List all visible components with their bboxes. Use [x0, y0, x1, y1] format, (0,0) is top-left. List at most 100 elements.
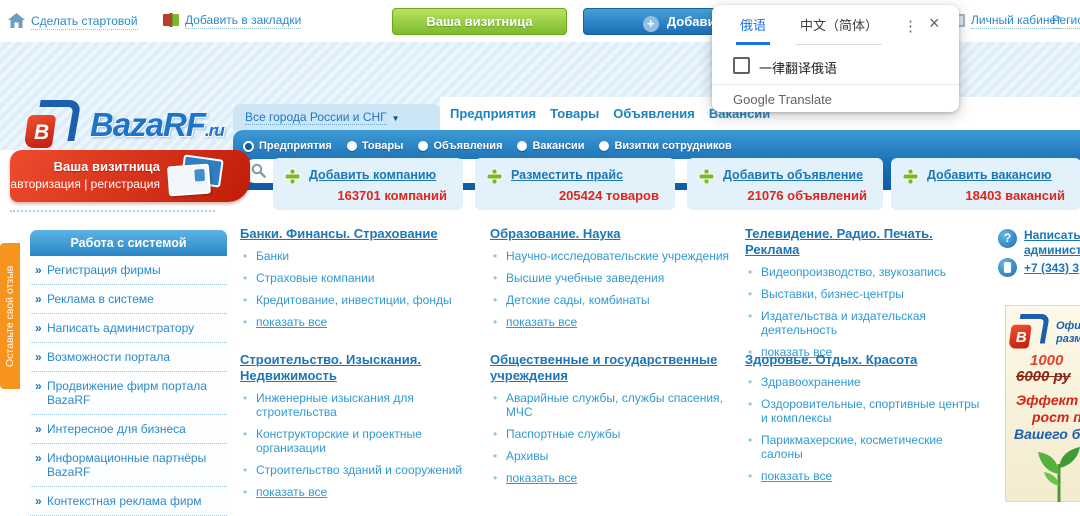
show-all-link[interactable]: •показать все [745, 469, 980, 483]
category-item[interactable]: •Строительство зданий и сооружений [240, 463, 470, 477]
category-title[interactable]: Общественные и государственные учреждени… [490, 352, 740, 384]
category-public-state: Общественные и государственные учреждени… [490, 352, 740, 493]
add-company-link[interactable]: Добавить компанию [309, 168, 436, 182]
always-translate-label[interactable]: 一律翻译俄语 [759, 58, 837, 77]
category-item[interactable]: •Страховые компании [240, 271, 480, 285]
sidebar-item-business-interest[interactable]: »Интересное для бизнеса [30, 415, 227, 444]
category-item[interactable]: •Парикмахерские, косметические салоны [745, 433, 980, 461]
scope-vacancies[interactable]: Вакансии [517, 140, 584, 152]
overflow-menu-icon[interactable]: ⋮ [903, 17, 918, 35]
radio-icon[interactable] [418, 141, 428, 151]
region-selector[interactable]: Все города России и СНГ▼ [233, 104, 440, 130]
category-item[interactable]: •Высшие учебные заведения [490, 271, 740, 285]
category-item[interactable]: •Конструкторские и проектные организации [240, 427, 470, 455]
nav-goods[interactable]: Товары [550, 106, 599, 121]
sidebar-item-advertising[interactable]: »Реклама в системе [30, 285, 227, 314]
quick-card-add-ad: Добавить объявление 21076 объявлений [687, 158, 883, 210]
register-link[interactable]: Регистрация [1052, 13, 1080, 27]
show-all-link[interactable]: •показать все [490, 315, 740, 329]
tab-source-language[interactable]: 俄语 [736, 15, 770, 45]
category-title[interactable]: Телевидение. Радио. Печать. Реклама [745, 226, 980, 258]
scope-ads[interactable]: Объявления [418, 140, 502, 152]
nav-enterprises[interactable]: Предприятия [450, 106, 536, 121]
write-admin-link[interactable]: Написать администратору [1024, 228, 1080, 258]
category-item[interactable]: •Издательства и издательская деятельност… [745, 309, 980, 337]
category-item[interactable]: •Кредитование, инвестиции, фонды [240, 293, 480, 307]
plant-sprout-image [1032, 444, 1080, 502]
auth-register-links[interactable]: авторизация | регистрация [0, 177, 160, 191]
category-title[interactable]: Строительство. Изыскания. Недвижимость [240, 352, 470, 384]
bazarf-logo-mark: B [26, 100, 80, 148]
category-item[interactable]: •Паспортные службы [490, 427, 740, 441]
radio-icon[interactable] [517, 141, 527, 151]
bullet-icon: • [493, 315, 497, 329]
category-item[interactable]: •Научно-исследовательские учреждения [490, 249, 740, 263]
banner-title: Ваша визитница [10, 159, 160, 174]
home-icon [8, 13, 25, 28]
bullet-icon: • [493, 391, 497, 405]
show-all-link[interactable]: •показать все [240, 485, 470, 499]
bullet-icon: • [243, 315, 247, 329]
close-icon[interactable]: × [929, 13, 940, 34]
promo-banner[interactable]: B Офи разм 1000 6000 ру Эффект рост пр В… [1005, 305, 1080, 502]
ad-text: Офи [1056, 320, 1080, 332]
radio-selected-icon[interactable] [243, 141, 254, 152]
phone-link[interactable]: +7 (343) 3 [1024, 261, 1079, 275]
scope-goods[interactable]: Товары [347, 140, 404, 152]
feedback-tab[interactable]: Оставьте свой отзыв [0, 243, 20, 389]
category-item[interactable]: •Инженерные изыскания для строительства [240, 391, 470, 419]
show-all-link[interactable]: •показать все [240, 315, 480, 329]
personal-cabinet-link[interactable]: Личный кабинет [955, 13, 1061, 27]
sidebar-item-register-firm[interactable]: »Регистрация фирмы [30, 256, 227, 285]
radio-icon[interactable] [347, 141, 357, 151]
category-item[interactable]: •Выставки, бизнес-центры [745, 287, 980, 301]
sidebar-item-promotion[interactable]: »Продвижение фирм портала BazaRF [30, 372, 227, 415]
category-item[interactable]: •Оздоровительные, спортивные центры и ко… [745, 397, 980, 425]
arrow-icon: » [35, 350, 42, 364]
book-icon [163, 13, 179, 27]
category-item[interactable]: •Детские сады, комбинаты [490, 293, 740, 307]
vacancies-count: 18403 вакансий [965, 188, 1065, 203]
plus-icon: + [643, 16, 659, 32]
tab-target-language[interactable]: 中文（简体） [796, 15, 882, 45]
bullet-icon: • [493, 471, 497, 485]
ad-slogan: Эффект [1016, 392, 1078, 408]
add-bookmark-link[interactable]: Добавить в закладки [163, 13, 301, 27]
always-translate-checkbox[interactable] [733, 57, 750, 74]
bullet-icon: • [748, 265, 752, 279]
arrow-icon: » [35, 263, 42, 277]
place-price-link[interactable]: Разместить прайс [511, 168, 623, 182]
bullet-icon: • [243, 427, 247, 441]
sidebar-item-info-partners[interactable]: »Информационные партнёры BazaRF [30, 444, 227, 487]
bullet-icon: • [493, 293, 497, 307]
scope-enterprises[interactable]: Предприятия [243, 140, 332, 152]
vizitnitsa-banner[interactable]: Ваша визитница авторизация | регистрация [10, 150, 250, 202]
show-all-link[interactable]: •показать все [490, 471, 740, 485]
ad-text: разм [1056, 333, 1080, 345]
category-title[interactable]: Банки. Финансы. Страхование [240, 226, 480, 242]
plus-icon [486, 168, 503, 185]
vizitnitsa-button[interactable]: Ваша визитница [392, 8, 567, 35]
scope-staff-cards[interactable]: Визитки сотрудников [599, 140, 731, 152]
radio-icon[interactable] [599, 141, 609, 151]
chevron-down-icon: ▼ [392, 114, 400, 123]
category-title[interactable]: Образование. Наука [490, 226, 740, 242]
bullet-icon: • [748, 397, 752, 411]
category-item[interactable]: •Аварийные службы, службы спасения, МЧС [490, 391, 740, 419]
sidebar-item-context-ads[interactable]: »Контекстная реклама фирм [30, 487, 227, 516]
category-item[interactable]: •Банки [240, 249, 480, 263]
category-item[interactable]: •Архивы [490, 449, 740, 463]
search-icon [251, 163, 266, 178]
category-item[interactable]: •Здравоохранение [745, 375, 980, 389]
category-item[interactable]: •Видеопроизводство, звукозапись [745, 265, 980, 279]
sidebar-item-portal-features[interactable]: »Возможности портала [30, 343, 227, 372]
quick-card-add-vacancy: Добавить вакансию 18403 вакансий [891, 158, 1080, 210]
bullet-icon: • [493, 449, 497, 463]
add-vacancy-link[interactable]: Добавить вакансию [927, 168, 1052, 182]
nav-ads[interactable]: Объявления [613, 106, 695, 121]
bullet-icon: • [748, 433, 752, 447]
make-homepage-link[interactable]: Сделать стартовой [8, 13, 138, 28]
category-title[interactable]: Здоровье. Отдых. Красота [745, 352, 980, 368]
sidebar-item-write-admin[interactable]: »Написать администратору [30, 314, 227, 343]
add-ad-link[interactable]: Добавить объявление [723, 168, 863, 182]
